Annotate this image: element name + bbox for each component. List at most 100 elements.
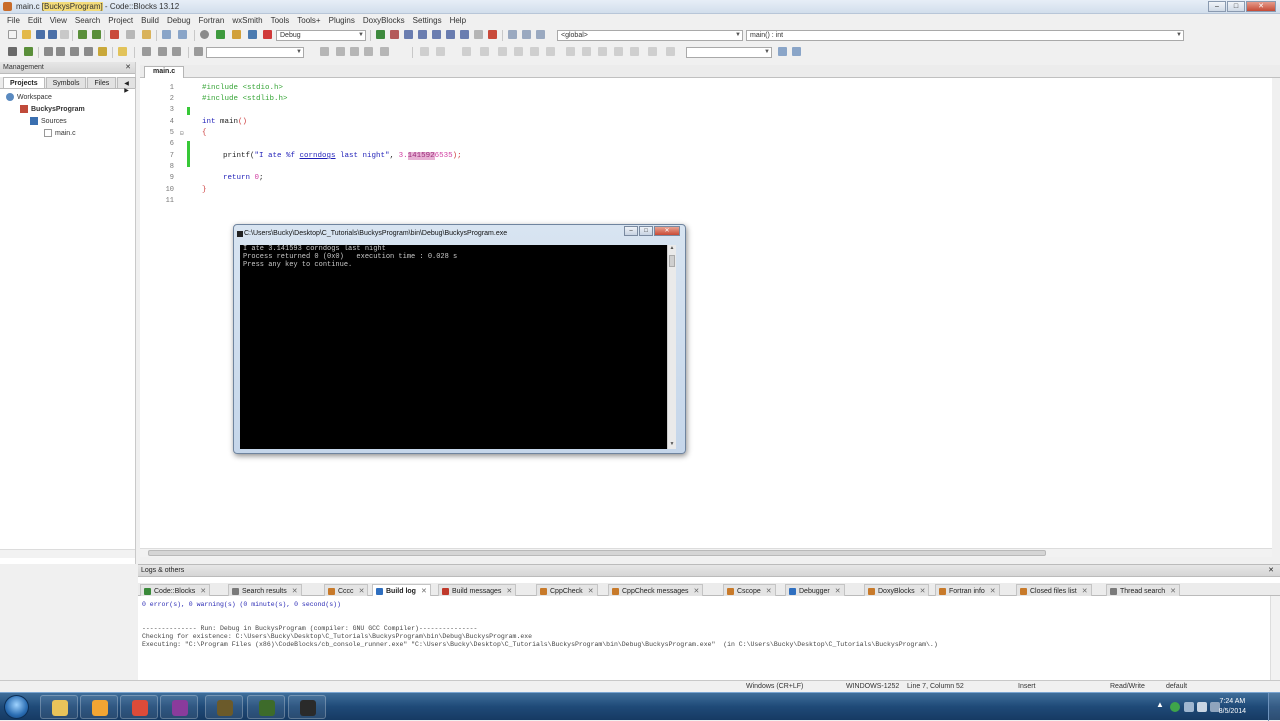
log-tab-search-results[interactable]: Search results ✕ [228,584,302,596]
doxy-icon-4[interactable] [480,47,489,56]
minimize-button[interactable]: – [1208,1,1226,12]
tab-scroll-arrows[interactable]: ◀ ▶ [117,77,136,94]
console-window[interactable]: C:\Users\Bucky\Desktop\C_Tutorials\Bucky… [233,224,686,454]
log-tab-debugger[interactable]: Debugger ✕ [785,584,845,596]
regex-icon[interactable] [320,47,329,56]
menu-debug[interactable]: Debug [164,14,196,27]
secondary-combo[interactable]: ▼ [686,47,772,58]
doxy-icon-12[interactable] [648,47,657,56]
doxy-icon-7[interactable] [530,47,539,56]
tree-workspace[interactable]: Workspace [6,92,52,103]
step-instruction-icon[interactable] [460,30,469,39]
taskbar-media-button[interactable] [80,695,118,719]
console-maximize-button[interactable]: □ [639,226,653,236]
menu-project[interactable]: Project [105,14,138,27]
menu-build[interactable]: Build [138,14,164,27]
jump-icon[interactable] [8,47,17,56]
close-icon[interactable]: ✕ [1268,566,1274,574]
debug-info-icon[interactable] [522,30,531,39]
menu-view[interactable]: View [47,14,72,27]
console-minimize-button[interactable]: – [624,226,638,236]
tab-main-c[interactable]: main.c [144,66,185,78]
close-icon[interactable]: ✕ [359,588,365,595]
logs-vscroll[interactable] [1270,596,1280,680]
volume-icon[interactable] [1197,702,1207,712]
maximize-button[interactable]: □ [1227,1,1245,12]
close-icon[interactable]: ✕ [421,588,427,595]
close-icon[interactable]: ✕ [1170,588,1176,595]
taskbar-explorer-button[interactable] [40,695,78,719]
tray-expand-icon[interactable]: ▲ [1156,700,1164,709]
close-icon[interactable]: ✕ [292,588,298,595]
menu-tools[interactable]: Tools [268,14,295,27]
uncomment-icon[interactable] [56,47,65,56]
open-icon[interactable] [22,30,31,39]
taskbar-codeblocks-button[interactable] [205,695,243,719]
close-icon[interactable]: ✕ [200,588,206,595]
tree-project[interactable]: BuckysProgram [20,104,85,115]
close-icon[interactable]: ✕ [588,588,594,595]
close-icon[interactable]: ✕ [694,588,700,595]
taskbar-chrome-button[interactable] [120,695,158,719]
close-icon[interactable]: ✕ [990,588,996,595]
debug-info-2-icon[interactable] [536,30,545,39]
editor-hscroll-thumb[interactable] [148,550,1046,556]
doxy-icon-6[interactable] [514,47,523,56]
close-button[interactable]: ✕ [1246,1,1276,12]
debug-continue-icon[interactable] [376,30,385,39]
step-into-icon[interactable] [418,30,427,39]
log-tab-fortran-info[interactable]: Fortran info ✕ [935,584,1000,596]
log-tab-closed-files-list[interactable]: Closed files list ✕ [1016,584,1092,596]
doxy-icon-13[interactable] [666,47,675,56]
close-icon[interactable]: ✕ [835,588,841,595]
menu-edit[interactable]: Edit [25,14,47,27]
bookmark-icon[interactable] [24,47,33,56]
menu-doxyblocks[interactable]: DoxyBlocks [360,14,410,27]
cut-icon[interactable] [110,30,119,39]
console-output[interactable]: I ate 3.141593 corndogs last night Proce… [240,245,667,449]
tree-file-main[interactable]: main.c [44,128,76,139]
search-options-icon[interactable] [194,47,203,56]
match-case-icon[interactable] [336,47,345,56]
taskbar-winrar-button[interactable] [160,695,198,719]
close-file-icon[interactable] [60,30,69,39]
doxy-icon-10[interactable] [582,47,591,56]
undo-icon[interactable] [78,30,87,39]
log-tab-code-blocks[interactable]: Code::Blocks ✕ [140,584,211,596]
find-next-icon[interactable] [364,47,373,56]
build-run-icon[interactable] [232,30,241,39]
console-vscroll[interactable]: ▲ ▼ [667,245,676,449]
stream-comment-icon[interactable] [84,47,93,56]
menu-wxsmith[interactable]: wxSmith [229,14,267,27]
step-out-icon[interactable] [432,30,441,39]
show-desktop-button[interactable] [1268,693,1280,721]
log-tab-build-messages[interactable]: Build messages ✕ [438,584,517,596]
highlight-icon[interactable] [118,47,127,56]
tab-projects[interactable]: Projects [3,77,45,88]
tab-files[interactable]: Files [87,77,117,88]
toggle-comment-icon[interactable] [70,47,79,56]
console-close-button[interactable]: ✕ [654,226,680,236]
menu-file[interactable]: File [4,14,25,27]
log-tab-thread-search[interactable]: Thread search ✕ [1106,584,1181,596]
run-to-cursor-icon[interactable] [390,30,399,39]
menu-settings[interactable]: Settings [410,14,447,27]
doxy-icon-8[interactable] [546,47,555,56]
save-all-icon[interactable] [48,30,57,39]
taskbar-terminal-button[interactable] [288,695,326,719]
search-all-icon[interactable] [792,47,801,56]
menu-plugins[interactable]: Plugins [326,14,360,27]
stop-debugger-icon[interactable] [488,30,497,39]
copy-icon[interactable] [126,30,135,39]
find-prev-icon[interactable] [350,47,359,56]
scroll-down-icon[interactable]: ▼ [668,441,676,449]
scroll-up-icon[interactable]: ▲ [668,245,676,253]
editor-hscroll[interactable] [140,548,1272,557]
tree-sources[interactable]: Sources [30,116,67,127]
doxy-icon-3[interactable] [462,47,471,56]
menu-fortran[interactable]: Fortran [196,14,230,27]
new-file-icon[interactable] [8,30,17,39]
close-icon[interactable]: ✕ [766,588,772,595]
log-tab-build-log[interactable]: Build log ✕ [372,584,431,596]
build-log-output[interactable]: 0 error(s), 0 warning(s) (0 minute(s), 0… [142,601,1268,673]
